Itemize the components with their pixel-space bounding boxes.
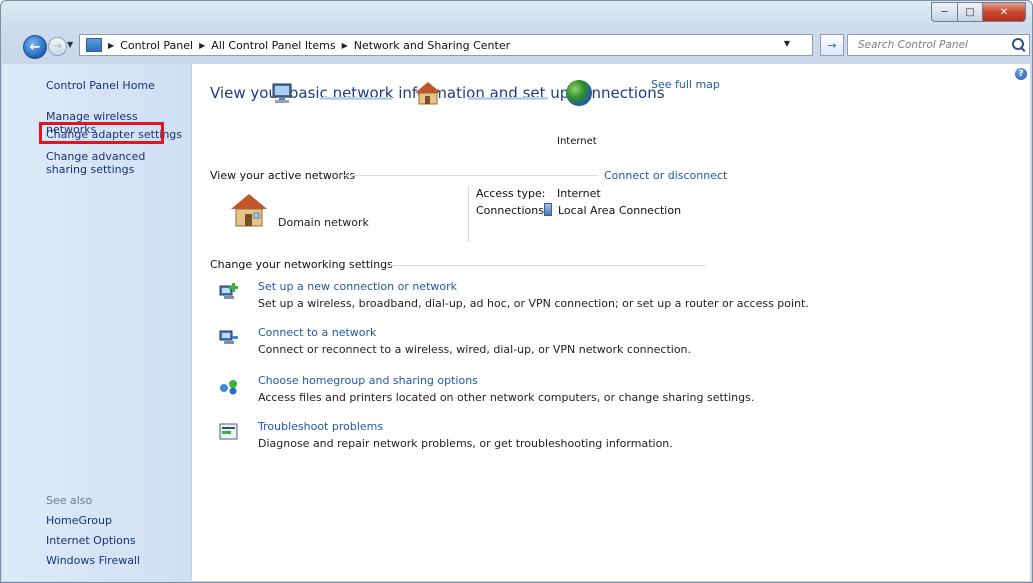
close-button[interactable]: ✕ [983,2,1026,22]
homegroup-sharing-link[interactable]: Choose homegroup and sharing options [258,374,478,387]
refresh-icon[interactable]: → [820,34,844,56]
house-icon[interactable] [414,81,442,105]
connect-network-icon [219,330,238,344]
recent-pages-chevron-icon[interactable]: ▼ [67,40,73,49]
main-content: ? View your basic network information an… [192,64,1030,581]
domain-network-house-icon [231,194,267,227]
troubleshoot-description: Diagnose and repair network problems, or… [258,437,673,450]
breadcrumb-chevron-icon[interactable]: ▶ [199,41,205,50]
breadcrumb-chevron-icon[interactable]: ▶ [108,41,114,50]
search-box[interactable] [847,34,1030,56]
sidebar: Control Panel Home Manage wireless netwo… [2,64,192,581]
sidebar-control-panel-home[interactable]: Control Panel Home [46,79,155,92]
homegroup-icon [220,380,237,395]
search-input[interactable] [856,35,1010,55]
globe-icon[interactable] [566,80,592,106]
active-networks-header: View your active networks [210,169,356,182]
network-adapter-icon [544,203,552,216]
networking-settings-header: Change your networking settings [210,258,393,271]
access-type-value: Internet [557,187,601,200]
see-also-label: See also [46,494,93,507]
window: ─ □ ✕ ← → ▼ ▶ Control Panel ▶ All Contro… [0,0,1033,583]
forward-arrow-icon[interactable]: → [48,37,67,56]
homegroup-description: Access files and printers located on oth… [258,391,755,404]
setup-connection-description: Set up a wireless, broadband, dial-up, a… [258,297,809,310]
maximize-button[interactable]: □ [958,2,983,22]
sidebar-change-advanced-sharing[interactable]: Change advanced sharing settings [46,150,174,176]
minimize-button[interactable]: ─ [931,2,958,22]
highlight-box [39,122,164,144]
access-type-label: Access type: [476,187,546,200]
breadcrumb-control-panel[interactable]: Control Panel [120,39,193,52]
network-name: Domain network [278,216,369,229]
connect-to-network-link[interactable]: Connect to a network [258,326,376,339]
connect-network-description: Connect or reconnect to a wireless, wire… [258,343,692,356]
see-also-internet-options[interactable]: Internet Options [46,534,136,547]
troubleshoot-link[interactable]: Troubleshoot problems [258,420,383,433]
breadcrumb-network-sharing[interactable]: Network and Sharing Center [354,39,510,52]
troubleshoot-icon [219,423,238,440]
see-also-windows-firewall[interactable]: Windows Firewall [46,554,140,567]
address-bar[interactable]: ▶ Control Panel ▶ All Control Panel Item… [79,34,813,56]
control-panel-icon [86,38,102,52]
see-also-homegroup[interactable]: HomeGroup [46,514,112,527]
internet-label: Internet [557,136,597,147]
address-dropdown-icon[interactable]: ▼ [784,39,790,48]
see-full-map-link[interactable]: See full map [651,78,720,91]
map-connection-line [468,97,548,100]
back-arrow-icon[interactable]: ← [23,35,47,59]
caption-buttons: ─ □ ✕ [931,2,1026,22]
search-icon[interactable] [1012,38,1024,50]
setup-connection-link[interactable]: Set up a new connection or network [258,280,457,293]
local-area-connection-link[interactable]: Local Area Connection [558,204,681,217]
map-connection-line [320,97,392,100]
new-connection-icon [219,283,238,299]
connect-or-disconnect-link[interactable]: Connect or disconnect [604,169,727,182]
connections-label: Connections: [476,204,548,217]
breadcrumb-chevron-icon[interactable]: ▶ [342,41,348,50]
section-divider [390,265,706,266]
navigation-bar: ← → ▼ ▶ Control Panel ▶ All Control Pane… [7,33,1030,59]
vertical-divider [468,186,469,242]
section-divider [340,175,598,176]
computer-icon[interactable] [270,82,294,104]
help-icon[interactable]: ? [1015,68,1027,80]
breadcrumb-all-items[interactable]: All Control Panel Items [211,39,335,52]
